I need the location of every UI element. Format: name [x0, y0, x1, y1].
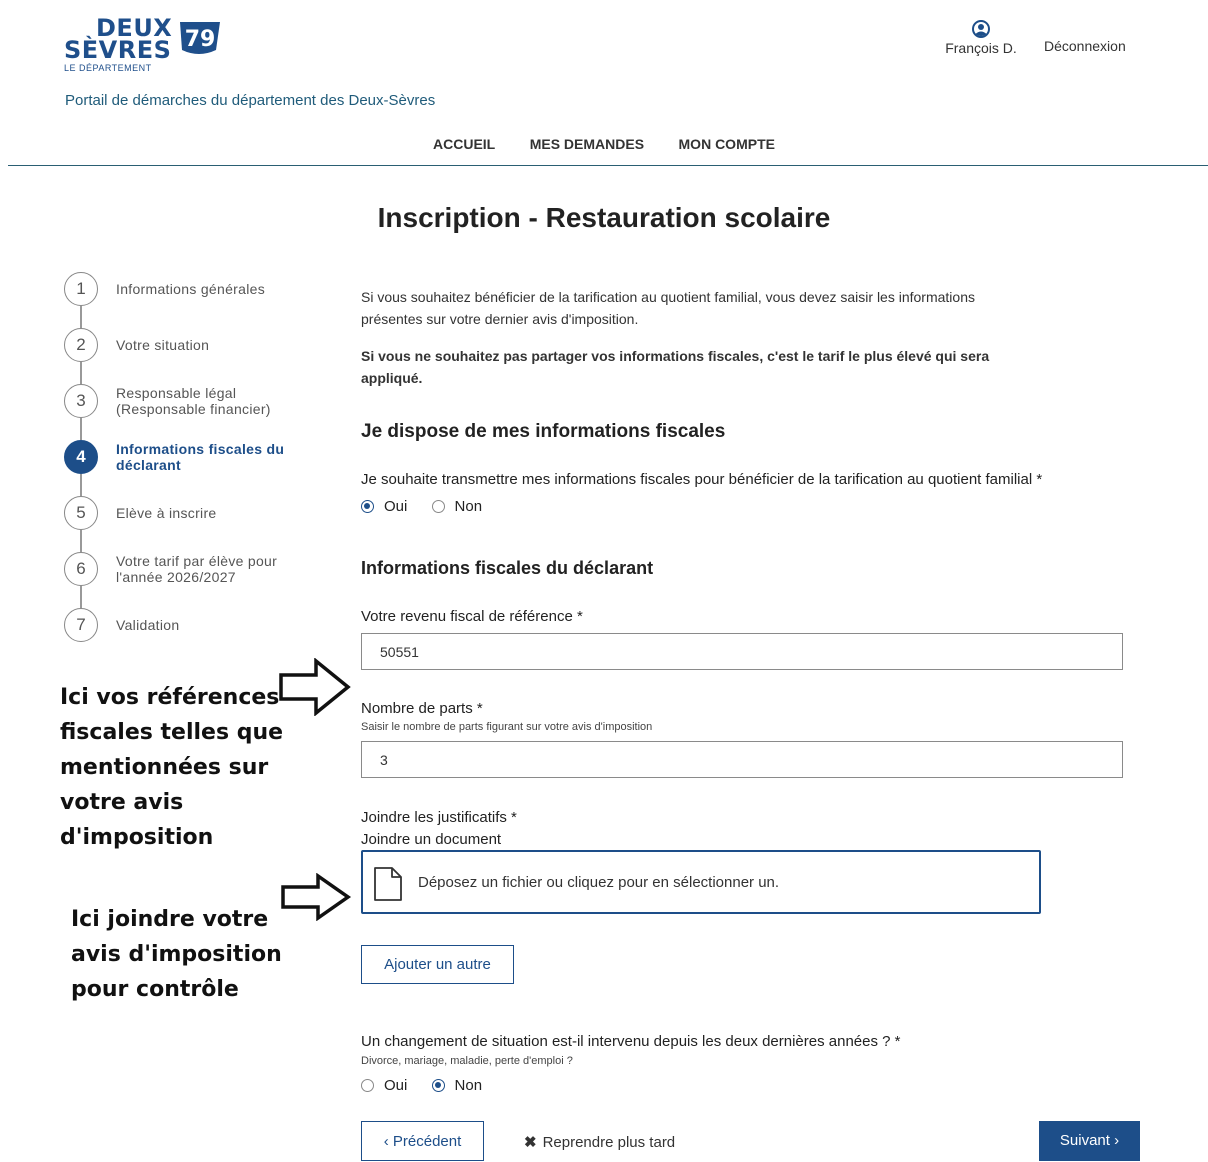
annotation-line: fiscales telles que [60, 720, 284, 745]
annotation-line: votre avis [60, 790, 184, 815]
header-divider [8, 165, 1208, 166]
intro-text: Si vous souhaitez bénéficier de la tarif… [361, 286, 975, 330]
add-another-button[interactable]: Ajouter un autre [361, 945, 514, 984]
annotation-line: mentionnées sur [60, 755, 269, 780]
step-connector [80, 586, 82, 608]
logo-badge-icon: 79 [180, 22, 220, 54]
rfr-input[interactable]: 50551 [361, 633, 1123, 670]
step-connector [80, 306, 82, 328]
share-radio-non[interactable]: Non [431, 498, 483, 515]
section-title-fiscal-info: Je dispose de mes informations fiscales [361, 421, 726, 442]
step-label: Informations fiscales du déclarant [116, 441, 285, 473]
intro-line: présentes sur votre dernier avis d'impos… [361, 311, 639, 327]
change-radio-non[interactable]: Non [431, 1077, 483, 1094]
nav-mes-demandes[interactable]: MES DEMANDES [530, 136, 644, 152]
change-hint: Divorce, mariage, maladie, perte d'emplo… [361, 1055, 573, 1067]
user-account-icon [972, 20, 990, 38]
main-nav: ACCUEIL MES DEMANDES MON COMPTE [0, 136, 1208, 154]
dropzone-text: Déposez un fichier ou cliquez pour en sé… [418, 874, 780, 891]
step-number: 2 [64, 328, 98, 362]
step-label: Responsable légal (Responsable financier… [116, 385, 271, 417]
nav-mon-compte[interactable]: MON COMPTE [679, 136, 775, 152]
annotation-attach-notice: Ici joindre votre avis d'imposition pour… [71, 902, 282, 1007]
step-label: Validation [116, 617, 180, 633]
step-number: 1 [64, 272, 98, 306]
attach-label: Joindre les justificatifs * [361, 809, 517, 826]
file-dropzone[interactable]: Déposez un fichier ou cliquez pour en sé… [361, 850, 1041, 914]
annotation-line: Ici vos références [60, 685, 280, 710]
page-title-text: Inscription - Restauration scolaire [377, 202, 831, 233]
step-number: 4 [64, 440, 98, 474]
annotation-fiscal-references: Ici vos références fiscales telles que m… [60, 680, 283, 855]
parts-label: Nombre de parts * [361, 700, 483, 717]
step-label: Votre situation [116, 337, 210, 353]
next-button[interactable]: Suivant › [1039, 1121, 1140, 1161]
annotation-line: Ici joindre votre [71, 907, 269, 932]
radio-label: Non [454, 1077, 483, 1094]
radio-selected-icon [361, 500, 374, 513]
user-menu[interactable]: François D. [938, 20, 1024, 56]
save-for-later-label: Reprendre plus tard [542, 1134, 676, 1151]
change-question: Un changement de situation est-il interv… [361, 1033, 901, 1050]
share-question: Je souhaite transmettre mes informations… [361, 471, 1043, 488]
share-radio-oui[interactable]: Oui [361, 498, 407, 515]
step-label: Elève à inscrire [116, 505, 217, 521]
section-title-declarant: Informations fiscales du déclarant [361, 558, 654, 578]
radio-unselected-icon [431, 500, 445, 513]
step-number: 7 [64, 608, 98, 642]
arrow-right-icon [279, 658, 351, 716]
annotation-line: avis d'imposition [71, 942, 282, 967]
parts-input[interactable]: 3 [361, 741, 1123, 778]
intro-line: Si vous souhaitez bénéficier de la tarif… [361, 289, 975, 305]
radio-selected-icon [431, 1079, 445, 1092]
site-logo[interactable]: DEUX SÈVRES LE DÉPARTEMENT 79 [64, 14, 234, 76]
annotation-line: d'imposition [60, 825, 214, 850]
previous-button[interactable]: ‹ Précédent [361, 1121, 484, 1161]
save-for-later-link[interactable]: ✖ Reprendre plus tard [524, 1133, 675, 1151]
radio-label: Oui [384, 1077, 408, 1094]
logo-text-line2: SÈVRES [64, 36, 172, 64]
radio-label: Non [454, 498, 483, 515]
parts-hint: Saisir le nombre de parts figurant sur v… [361, 721, 653, 733]
share-radio-group: Oui Non [361, 498, 502, 515]
user-name: François D. [945, 40, 1017, 56]
warning-line: Si vous ne souhaitez pas partager vos in… [361, 348, 990, 364]
document-icon [374, 867, 402, 901]
step-label: Votre tarif par élève pour l'année 2026/… [116, 553, 278, 585]
arrow-right-icon [281, 873, 352, 921]
step-connector [80, 530, 82, 552]
step-number: 3 [64, 384, 98, 418]
change-radio-oui[interactable]: Oui [361, 1077, 407, 1094]
warning-text: Si vous ne souhaitez pas partager vos in… [361, 345, 989, 389]
step-number: 5 [64, 496, 98, 530]
close-icon: ✖ [524, 1134, 537, 1151]
step-connector [80, 418, 82, 440]
change-radio-group: Oui Non [361, 1077, 502, 1094]
radio-label: Oui [384, 498, 408, 515]
nav-accueil[interactable]: ACCUEIL [433, 136, 495, 152]
logout-link[interactable]: Déconnexion [1044, 38, 1126, 54]
step-connector [80, 362, 82, 384]
page-title: Inscription - Restauration scolaire [0, 202, 1208, 234]
annotation-line: pour contrôle [71, 977, 239, 1002]
logo-text-line3: LE DÉPARTEMENT [64, 63, 152, 73]
logo-badge-number: 79 [185, 27, 216, 52]
rfr-label: Votre revenu fiscal de référence * [361, 608, 583, 625]
attach-sublabel: Joindre un document [361, 831, 502, 848]
step-connector [80, 474, 82, 496]
step-number: 6 [64, 552, 98, 586]
radio-unselected-icon [361, 1079, 374, 1092]
portal-title: Portail de démarches du département des … [65, 92, 436, 109]
warning-line: appliqué. [361, 370, 423, 386]
step-label: Informations générales [116, 281, 266, 297]
